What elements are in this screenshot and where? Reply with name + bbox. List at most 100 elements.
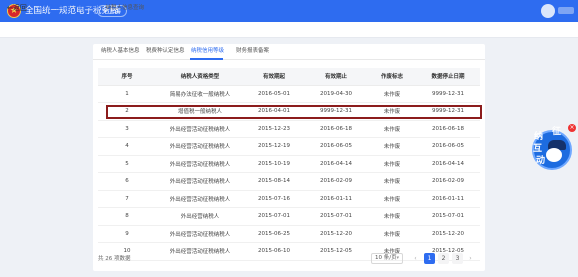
column-header-stop-date: 数据停止日期 (416, 68, 480, 86)
table-cell: 2015-12-20 (304, 225, 368, 243)
table-cell: 9999-12-31 (304, 102, 368, 121)
table-cell: 外出经营活动征税纳税人 (156, 120, 244, 138)
next-page-button[interactable]: › (466, 253, 475, 264)
table-row: 3 外出经营活动征税纳税人 2015-12-23 2016-06-18 未作废 2016-… (98, 120, 480, 138)
back-label: 返回 (12, 4, 27, 12)
widget-char-dong: 动 (536, 156, 546, 166)
page-button-2[interactable]: 2 (438, 253, 449, 264)
column-header-void-flag: 作废标志 (368, 68, 416, 86)
column-header-end: 有效期止 (304, 68, 368, 86)
tab-tax-type[interactable]: 税费种认定信息 (146, 47, 185, 56)
breadcrumb-item-account-query[interactable]: 账户查询 (77, 5, 99, 11)
table-cell: 2016-06-18 (416, 120, 480, 138)
table-cell: 未作废 (368, 225, 416, 243)
breadcrumb-bar (0, 22, 578, 38)
tab-basic-info[interactable]: 纳税人基本信息 (101, 47, 140, 56)
table-cell: 未作废 (368, 102, 416, 121)
table-row: 1 简易办法征收一般纳税人 2016-05-01 2019-04-30 未作废 9999-… (98, 85, 480, 103)
back-button[interactable]: ←返回 (7, 2, 27, 14)
widget-close-button[interactable]: × (568, 124, 576, 132)
table-cell: 2015-12-19 (244, 137, 304, 156)
column-header-type: 纳税人资格类型 (156, 68, 244, 86)
table-cell: 2016-02-09 (416, 172, 480, 191)
table-cell: 9999-12-31 (416, 85, 480, 103)
table-row: 9 外出经营活动征税纳税人 2015-06-25 2015-12-20 未作废 2015-… (98, 225, 480, 243)
table-cell: 未作废 (368, 207, 416, 226)
table-cell: 9999-12-31 (416, 102, 480, 121)
user-avatar[interactable] (541, 4, 555, 18)
table-cell: 未作废 (368, 120, 416, 138)
table-cell: 2015-08-14 (244, 172, 304, 191)
table-cell: 外出经营活动征税纳税人 (156, 137, 244, 156)
widget-char-zheng: 征 (552, 127, 562, 137)
widget-char-hu: 互 (533, 144, 543, 154)
breadcrumb-item-digital-account[interactable]: 我的数字账户 (38, 5, 71, 11)
prev-page-button[interactable]: ‹ (411, 253, 420, 264)
table-cell: 外出经营活动征税纳税人 (156, 190, 244, 208)
table-cell: 8 (98, 207, 156, 226)
table-cell: 2 (98, 102, 156, 121)
table-cell: 2019-04-30 (304, 85, 368, 103)
table-cell: 1 (98, 85, 156, 103)
table-cell: 5 (98, 155, 156, 173)
tab-financial-report[interactable]: 财务报表备案 (236, 47, 269, 56)
table-cell: 4 (98, 137, 156, 156)
table-cell: 2016-06-05 (416, 137, 480, 156)
table-cell: 未作废 (368, 155, 416, 173)
table-row: 6 外出经营活动征税纳税人 2015-08-14 2016-02-09 未作废 2016-… (98, 172, 480, 191)
table-row: 7 外出经营活动征税纳税人 2015-07-16 2016-01-11 未作废 2016-… (98, 190, 480, 208)
column-header-start: 有效期起 (244, 68, 304, 86)
table-cell: 简易办法征收一般纳税人 (156, 85, 244, 103)
table-row: 8 外出经营纳税人 2015-07-01 2015-07-01 未作废 2015-07-0… (98, 207, 480, 226)
officer-face-icon (546, 148, 562, 162)
breadcrumb-separator: › (101, 5, 104, 11)
tab-credit-level[interactable]: 纳税信用等级 (191, 47, 224, 56)
table-cell: 2015-06-25 (244, 225, 304, 243)
table-cell: 增值税一般纳税人 (156, 102, 244, 121)
table-cell: 未作废 (368, 190, 416, 208)
table-cell: 2016-01-11 (416, 190, 480, 208)
table-cell: 外出经营纳税人 (156, 207, 244, 226)
table-cell: 9 (98, 225, 156, 243)
table-cell: 7 (98, 190, 156, 208)
taxpayer-qualification-table: 序号 纳税人资格类型 有效期起 有效期止 作废标志 数据停止日期 1 简易办法征收… (98, 68, 480, 261)
table-cell: 2015-10-19 (244, 155, 304, 173)
table-cell: 2015-12-23 (244, 120, 304, 138)
page-size-select[interactable]: 10 条/页 ▾ (371, 253, 403, 264)
table-cell: 2016-02-09 (304, 172, 368, 191)
table-cell: 2015-12-20 (416, 225, 480, 243)
table-cell: 6 (98, 172, 156, 191)
table-row: 10 外出经营活动征税纳税人 2015-06-10 2015-12-05 未作废 2015… (98, 242, 480, 261)
table-cell: 2016-04-01 (244, 102, 304, 121)
breadcrumb: 我的数字账户 › 账户查询 › 纳税人信息查询 (38, 2, 144, 14)
widget-char-na: 纳 (534, 132, 544, 142)
table-cell: 2016-06-18 (304, 120, 368, 138)
table-cell: 外出经营活动征税纳税人 (156, 155, 244, 173)
table-cell: 未作废 (368, 85, 416, 103)
table-cell: 2015-06-10 (244, 242, 304, 261)
table-body: 1 简易办法征收一般纳税人 2016-05-01 2019-04-30 未作废 9999-… (98, 85, 480, 261)
table-header-row: 序号 纳税人资格类型 有效期起 有效期止 作废标志 数据停止日期 (98, 68, 480, 86)
page-button-1[interactable]: 1 (424, 253, 435, 264)
column-header-index: 序号 (98, 68, 156, 86)
user-name[interactable] (558, 7, 574, 14)
page-button-3[interactable]: 3 (452, 253, 463, 264)
active-tab-underline (190, 58, 223, 60)
table-cell: 2016-06-05 (304, 137, 368, 156)
table-cell: 2016-05-01 (244, 85, 304, 103)
table-cell: 2016-04-14 (304, 155, 368, 173)
table-cell: 2015-07-01 (416, 207, 480, 226)
page-size-label: 10 条/页 (375, 255, 397, 261)
table-cell: 2015-07-01 (304, 207, 368, 226)
table-cell: 外出经营活动征税纳税人 (156, 242, 244, 261)
table-cell: 未作废 (368, 172, 416, 191)
total-count: 共 26 项数据 (98, 256, 131, 262)
table-cell: 3 (98, 120, 156, 138)
table-cell: 2015-12-05 (304, 242, 368, 261)
table-row: 4 外出经营活动征税纳税人 2015-12-19 2016-06-05 未作废 2016-… (98, 137, 480, 156)
table-cell: 未作废 (368, 137, 416, 156)
tab-bar: 纳税人基本信息 税费种认定信息 纳税信用等级 财务报表备案 (93, 44, 485, 60)
table-cell: 外出经营活动征税纳税人 (156, 172, 244, 191)
chevron-down-icon: ▾ (396, 255, 399, 261)
table-cell: 外出经营活动征税纳税人 (156, 225, 244, 243)
